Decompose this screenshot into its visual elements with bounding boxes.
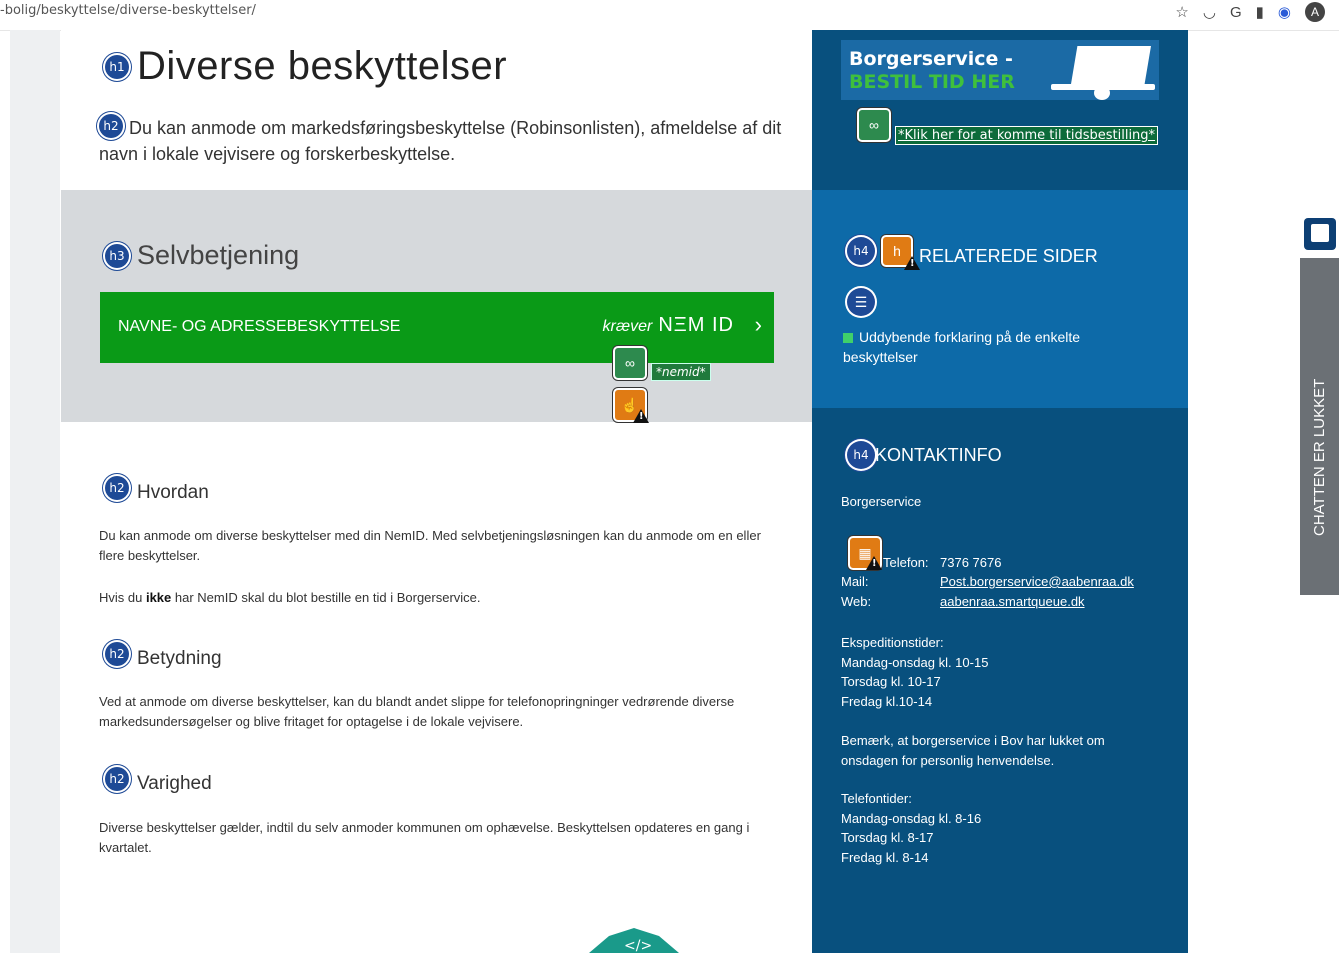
protection-button-label: NAVNE- OG ADRESSEBESKYTTELSE — [118, 318, 401, 335]
h4-badge-icon: h4 — [847, 236, 875, 265]
mail-label: Mail: — [841, 574, 869, 589]
link-image-icon: ∞ — [857, 108, 891, 142]
phone-hours-line: Torsdag kl. 8-17 — [841, 830, 934, 845]
requires-label: kræver — [602, 318, 653, 335]
intro-paragraph: h2 Du kan anmode om markedsføringsbeskytt… — [99, 114, 789, 166]
main-content: h1 Diverse beskyttelser h2 Du kan anmode … — [61, 30, 812, 953]
related-heading-row: h4 h RELATEREDE SIDER — [847, 234, 1098, 267]
sidebar: Borgerservice - BESTIL TID HER ∞ *Klik h… — [812, 30, 1188, 953]
link-image-icon: ∞ — [613, 346, 647, 380]
opening-hours: Ekspeditionstider: Mandag-onsdag kl. 10-… — [841, 633, 988, 711]
selfservice-section: h3 Selvbetjening NAVNE- OG ADRESSEBESKYT… — [61, 190, 812, 423]
section-paragraph: Hvis du ikke har NemID skal du blot best… — [99, 588, 779, 608]
related-link-text: Uddybende forklaring på de enkelte besky… — [843, 329, 1081, 365]
banner-title: Borgerservice - — [849, 48, 1013, 70]
contact-heading: KONTAKTINFO — [875, 444, 1002, 465]
selfservice-heading-row: h3 Selvbetjening — [105, 240, 299, 271]
related-heading: RELATEREDE SIDER — [919, 246, 1098, 266]
h3-badge-icon: h3 — [105, 243, 129, 268]
phone-hours-line: Fredag kl. 8-14 — [841, 849, 929, 865]
hours-line: Torsdag kl. 10-17 — [841, 674, 941, 689]
page-title: Diverse beskyttelser — [137, 44, 508, 88]
h2-badge-icon: h2 — [105, 476, 129, 500]
browser-toolbar: -bolig/beskyttelse/diverse-beskyttelser/… — [0, 0, 1339, 31]
booking-banner[interactable]: Borgerservice - BESTIL TID HER — [841, 40, 1159, 100]
chat-tab[interactable]: CHATTEN ER LUKKET — [1300, 258, 1339, 595]
phone-value: 7376 7676 — [940, 555, 1002, 570]
h2-badge-icon: h2 — [99, 114, 123, 138]
bov-note: Bemærk, at borgerservice i Bov har lukke… — [841, 733, 1105, 768]
profile-avatar[interactable]: A — [1305, 2, 1325, 22]
web-link[interactable]: aabenraa.smartqueue.dk — [940, 594, 1085, 609]
h2-badge-icon: h2 — [105, 642, 129, 666]
extension-icon[interactable]: ◡ — [1203, 3, 1216, 21]
related-link[interactable]: Uddybende forklaring på de enkelte besky… — [843, 327, 1133, 367]
section-heading-row: h2 Hvordan — [105, 472, 209, 504]
section-paragraph: Du kan anmode om diverse beskyttelser me… — [99, 528, 761, 563]
banner-subtitle: BESTIL TID HER — [849, 71, 1015, 93]
contact-section: h4 KONTAKTINFO Borgerservice ▦ Telefon:7… — [812, 408, 1188, 953]
mail-link[interactable]: Post.borgerservice@aabenraa.dk — [940, 574, 1134, 589]
page-title-row: h1 Diverse beskyttelser — [105, 44, 507, 89]
address-bar[interactable]: -bolig/beskyttelse/diverse-beskyttelser/ — [0, 3, 256, 18]
wave-extension-icon[interactable]: ◉ — [1278, 3, 1291, 21]
external-link-icon — [843, 333, 853, 344]
google-icon[interactable]: G — [1230, 4, 1242, 21]
paragraph-text: Hvis du — [99, 590, 146, 605]
h1-badge-icon: h1 — [105, 54, 129, 79]
monitor-stand — [1094, 86, 1110, 100]
left-gutter — [10, 30, 60, 953]
intro-text: Du kan anmode om markedsføringsbeskyttel… — [99, 118, 782, 164]
chat-status-label: CHATTEN ER LUKKET — [1311, 378, 1328, 536]
web-label: Web: — [841, 594, 872, 609]
list-icon: ☰ — [847, 288, 875, 316]
phone-row: Telefon: 7376 7676 — [883, 555, 1001, 570]
emphasis-text: ikke — [145, 590, 172, 605]
chevron-right-icon: › — [754, 312, 762, 337]
code-logo-icon: </> — [589, 928, 679, 953]
browser-icons: ☆ ◡ G ▮ ◉ A — [1175, 2, 1325, 22]
section-heading-row: h2 Varighed — [105, 763, 212, 795]
nemid-alt-tag: *nemid* — [651, 363, 711, 381]
hours-title: Ekspeditionstider: — [841, 635, 944, 650]
section-heading: Betydning — [137, 648, 222, 669]
nemid-logo: NΞM ID — [658, 314, 734, 336]
web-row: Web: aabenraa.smartqueue.dk — [841, 594, 1085, 609]
section-paragraph: Ved at anmode om diverse beskyttelser, k… — [99, 694, 735, 729]
star-icon[interactable]: ☆ — [1175, 3, 1188, 21]
phone-hours-line: Mandag-onsdag kl. 8-16 — [841, 810, 982, 826]
phone-label: Telefon: — [883, 555, 929, 570]
alert-triangle-icon — [866, 556, 882, 570]
related-pages-section: h4 h RELATEREDE SIDER ☰ Uddybende forkla… — [812, 190, 1188, 408]
booking-link[interactable]: *Klik her for at komme til tidsbestillin… — [895, 126, 1159, 145]
monitor-icon — [1071, 46, 1151, 84]
requires-nemid: kræver NΞM ID — [603, 314, 734, 337]
paragraph-text: har NemID skal du blot bestille en tid i… — [171, 590, 481, 605]
section-heading: Varighed — [137, 773, 212, 794]
extension-icon-2[interactable]: ▮ — [1256, 3, 1264, 21]
section-heading: Hvordan — [137, 482, 209, 503]
phone-hours-title: Telefontider: — [841, 791, 912, 806]
h4-badge-icon: h4 — [847, 441, 875, 469]
contact-heading-row: h4 KONTAKTINFO — [847, 441, 1002, 469]
section-paragraph: Diverse beskyttelser gælder, indtil du s… — [99, 820, 750, 855]
alert-triangle-icon — [904, 256, 920, 270]
h2-badge-icon: h2 — [105, 767, 129, 791]
selfservice-heading: Selvbetjening — [137, 240, 300, 270]
contact-org: Borgerservice — [841, 494, 922, 509]
svg-text:</>: </> — [624, 938, 652, 953]
alert-triangle-icon — [633, 409, 649, 423]
section-heading-row: h2 Betydning — [105, 638, 222, 670]
chat-icon[interactable] — [1304, 218, 1336, 250]
name-address-protection-button[interactable]: NAVNE- OG ADRESSEBESKYTTELSE kræver NΞM I… — [100, 292, 774, 363]
hours-line: Mandag-onsdag kl. 10-15 — [841, 654, 989, 670]
hours-line: Fredag kl.10-14 — [841, 693, 933, 709]
phone-hours: Telefontider: Mandag-onsdag kl. 8-16 Tor… — [841, 789, 981, 867]
mail-row: Mail: Post.borgerservice@aabenraa.dk — [841, 574, 1134, 589]
